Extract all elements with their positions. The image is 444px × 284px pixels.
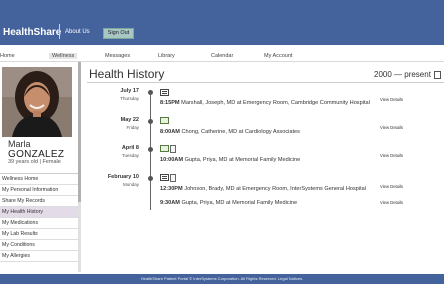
medication-icon	[160, 117, 169, 124]
side-item-health-history[interactable]: My Health History	[0, 207, 78, 218]
brand-divider	[59, 24, 60, 39]
side-item-lab-results[interactable]: My Lab Results	[0, 229, 78, 240]
timeline-dot	[148, 90, 153, 95]
page-title: Health History	[89, 67, 165, 81]
footer-copyright: HealthShare Patient Portal © InterSystem…	[140, 276, 304, 281]
view-details-link[interactable]: View Details	[380, 184, 403, 189]
side-item-conditions[interactable]: My Conditions	[0, 240, 78, 251]
encounter-time: 10:00AM	[160, 157, 184, 163]
title-divider	[87, 82, 444, 83]
about-us-link[interactable]: About Us	[65, 29, 90, 35]
timeline-date: July 17	[120, 88, 139, 94]
nav-messages[interactable]: Messages	[105, 53, 130, 59]
timeline-dot	[148, 119, 153, 124]
sign-out-button[interactable]: Sign Out	[103, 28, 134, 39]
encounter-time: 9:30AM	[160, 200, 180, 206]
encounter-text: Chong, Catherine, MD at Cardiology Assoc…	[181, 129, 300, 135]
timeline-day: Friday	[126, 125, 139, 130]
footer-bar: HealthShare Patient Portal © InterSystem…	[0, 274, 444, 284]
encounter-row[interactable]: 9:30AM Gupta, Priya, MD at Memorial Fami…	[160, 200, 297, 206]
sidebar-scroll-thumb[interactable]	[78, 62, 81, 202]
encounter-row[interactable]: 10:00AM Gupta, Priya, MD at Memorial Fam…	[160, 157, 300, 163]
patient-first-name: Marla	[8, 139, 31, 149]
side-item-allergies[interactable]: My Allergies	[0, 251, 78, 262]
encounter-text: Gupta, Priya, MD at Memorial Family Medi…	[184, 157, 301, 163]
timeline-day: Monday	[122, 182, 139, 187]
timeline-date: February 10	[107, 174, 139, 180]
encounter-text: Marshall, Joseph, MD at Emergency Room, …	[181, 100, 370, 106]
timeline-date: May 22	[120, 117, 139, 123]
patient-age-gender: 39 years old | Female	[8, 159, 61, 165]
encounter-icon	[160, 89, 169, 96]
encounter-icon	[160, 174, 169, 181]
clipboard-icon	[170, 145, 176, 153]
timeline-date: April 8	[121, 145, 139, 151]
encounter-time: 8:15PM	[160, 100, 180, 106]
timeline-day: Thursday	[120, 96, 139, 101]
nav-my-account[interactable]: My Account	[264, 53, 292, 59]
encounter-row[interactable]: 8:00AM Chong, Catherine, MD at Cardiolog…	[160, 129, 300, 135]
timeline-dot	[148, 147, 153, 152]
nav-wellness[interactable]: Wellness	[49, 53, 78, 59]
view-details-link[interactable]: View Details	[380, 125, 403, 130]
view-details-link[interactable]: View Details	[380, 153, 403, 158]
side-item-share-records[interactable]: Share My Records	[0, 196, 78, 207]
timeline-dot	[148, 176, 153, 181]
wellness-side-menu: Wellness Home My Personal Information Sh…	[0, 173, 78, 272]
profile-photo	[2, 67, 72, 137]
medication-icon	[160, 145, 169, 152]
nav-home[interactable]: Home	[0, 53, 15, 59]
side-item-personal-info[interactable]: My Personal Information	[0, 185, 78, 196]
calendar-icon[interactable]	[434, 71, 441, 79]
top-header: HealthShare About Us Sign Out	[0, 0, 444, 45]
brand-logo[interactable]: HealthShare	[3, 27, 61, 38]
nav-library[interactable]: Library	[158, 53, 175, 59]
timeline-day: Tuesday	[121, 153, 139, 158]
encounter-row[interactable]: 8:15PM Marshall, Joseph, MD at Emergency…	[160, 100, 370, 106]
side-item-medications[interactable]: My Medications	[0, 218, 78, 229]
view-details-link[interactable]: View Details	[380, 97, 403, 102]
encounter-row[interactable]: 12:30PM Johnson, Brady, MD at Emergency …	[160, 186, 366, 192]
side-item-wellness-home[interactable]: Wellness Home	[0, 174, 78, 185]
clipboard-icon	[170, 174, 176, 182]
nav-calendar[interactable]: Calendar	[211, 53, 233, 59]
date-range[interactable]: 2000 — present	[374, 70, 431, 79]
encounter-text: Johnson, Brady, MD at Emergency Room, In…	[184, 186, 367, 192]
sidebar-scrollbar[interactable]	[78, 62, 81, 272]
view-details-link[interactable]: View Details	[380, 200, 403, 205]
encounter-time: 12:30PM	[160, 186, 183, 192]
encounter-time: 8:00AM	[160, 129, 180, 135]
main-nav: Home Wellness Messages Library Calendar …	[0, 52, 444, 62]
encounter-text: Gupta, Priya, MD at Memorial Family Medi…	[181, 200, 298, 206]
